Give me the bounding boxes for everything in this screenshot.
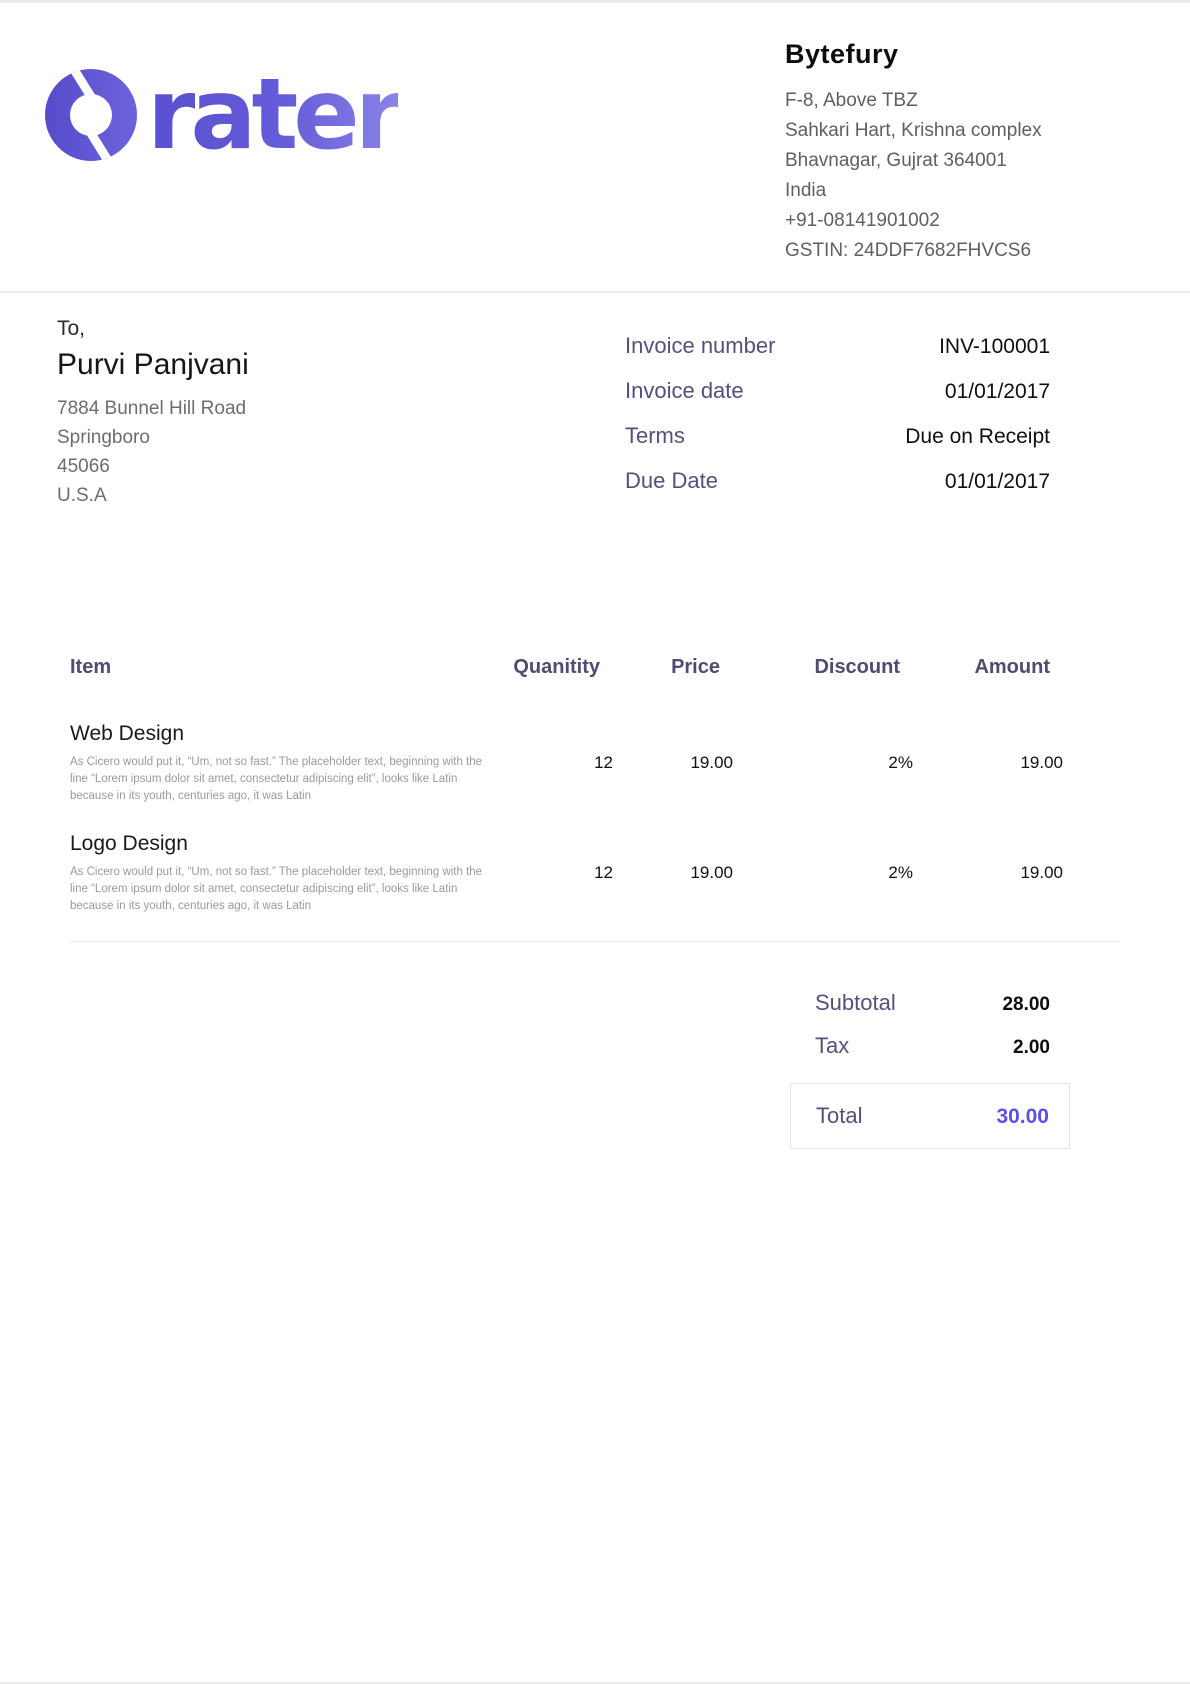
company-name: Bytefury — [785, 39, 1090, 70]
item-cell: Web Design As Cicero would put it, “Um, … — [70, 721, 498, 805]
customer-address-line: Springboro — [57, 423, 249, 452]
column-header-item: Item — [70, 656, 485, 679]
total-value: 30.00 — [996, 1105, 1049, 1129]
item-amount: 19.00 — [913, 753, 1063, 773]
crater-logo-c-icon — [45, 69, 137, 161]
item-discount: 2% — [733, 753, 913, 773]
company-address-line: F-8, Above TBZ — [785, 86, 1090, 116]
customer-address-line: U.S.A — [57, 481, 249, 510]
subtotal-label: Subtotal — [815, 990, 896, 1016]
invoice-meta-label: Terms — [625, 423, 685, 449]
grand-total-box: Total 30.00 — [790, 1083, 1070, 1149]
invoice-meta-label: Invoice number — [625, 333, 775, 359]
bill-to-intro: To, — [57, 317, 249, 341]
items-table: Item Quanitity Price Discount Amount Web… — [70, 656, 1120, 942]
invoice-meta-label: Invoice date — [625, 378, 744, 404]
item-discount: 2% — [733, 863, 913, 883]
total-label: Total — [816, 1103, 862, 1129]
invoice-meta: Invoice number INV-100001 Invoice date 0… — [625, 333, 1050, 513]
customer-address-line: 45066 — [57, 452, 249, 481]
company-address: F-8, Above TBZ Sahkari Hart, Krishna com… — [785, 86, 1090, 266]
invoice-meta-row: Invoice number INV-100001 — [625, 333, 1050, 359]
invoice-meta-value: 01/01/2017 — [945, 380, 1050, 404]
item-name: Logo Design — [70, 831, 498, 857]
tax-value: 2.00 — [1013, 1037, 1050, 1059]
invoice-page: rater Bytefury F-8, Above TBZ Sahkari Ha… — [0, 3, 1190, 1682]
item-name: Web Design — [70, 721, 498, 747]
item-price: 19.00 — [613, 863, 733, 883]
table-divider — [70, 941, 1120, 942]
crater-logo-text: rater — [147, 69, 398, 161]
invoice-meta-value: Due on Receipt — [905, 425, 1050, 449]
item-row: Logo Design As Cicero would put it, “Um,… — [70, 831, 1050, 915]
invoice-meta-row: Due Date 01/01/2017 — [625, 468, 1050, 494]
invoice-meta-value: INV-100001 — [939, 335, 1050, 359]
company-address-line: Bhavnagar, Gujrat 364001 — [785, 146, 1090, 176]
subtotal-row: Subtotal 28.00 — [790, 990, 1070, 1016]
logo-slit-decoration — [68, 69, 97, 102]
tax-label: Tax — [815, 1033, 849, 1059]
item-quantity: 12 — [498, 753, 613, 773]
items-table-header: Item Quanitity Price Discount Amount — [70, 656, 1050, 679]
customer-address-line: 7884 Bunnel Hill Road — [57, 394, 249, 423]
tax-row: Tax 2.00 — [790, 1033, 1070, 1059]
crater-logo: rater — [45, 69, 398, 161]
column-header-amount: Amount — [900, 656, 1050, 679]
invoice-meta-row: Invoice date 01/01/2017 — [625, 378, 1050, 404]
company-address-line: Sahkari Hart, Krishna complex — [785, 116, 1090, 146]
bill-to-block: To, Purvi Panjvani 7884 Bunnel Hill Road… — [57, 317, 249, 513]
item-cell: Logo Design As Cicero would put it, “Um,… — [70, 831, 498, 915]
items-table-body: Web Design As Cicero would put it, “Um, … — [70, 721, 1120, 915]
customer-name: Purvi Panjvani — [57, 348, 249, 382]
item-amount: 19.00 — [913, 863, 1063, 883]
header: rater Bytefury F-8, Above TBZ Sahkari Ha… — [0, 3, 1190, 293]
totals-block: Subtotal 28.00 Tax 2.00 Total 30.00 — [790, 990, 1070, 1149]
item-price: 19.00 — [613, 753, 733, 773]
item-row: Web Design As Cicero would put it, “Um, … — [70, 721, 1050, 805]
item-description: As Cicero would put it, “Um, not so fast… — [70, 864, 498, 915]
company-address-line: +91-08141901002 — [785, 206, 1090, 236]
invoice-meta-row: Terms Due on Receipt — [625, 423, 1050, 449]
subtotal-value: 28.00 — [1002, 994, 1050, 1016]
invoice-meta-value: 01/01/2017 — [945, 470, 1050, 494]
item-quantity: 12 — [498, 863, 613, 883]
column-header-discount: Discount — [720, 656, 900, 679]
column-header-quantity: Quanitity — [485, 656, 600, 679]
column-header-price: Price — [600, 656, 720, 679]
item-description: As Cicero would put it, “Um, not so fast… — [70, 754, 498, 805]
company-address-line: India — [785, 176, 1090, 206]
company-address-line: GSTIN: 24DDF7682FHVCS6 — [785, 236, 1090, 266]
customer-address: 7884 Bunnel Hill Road Springboro 45066 U… — [57, 394, 249, 510]
logo-slit-decoration — [85, 128, 114, 161]
company-block: Bytefury F-8, Above TBZ Sahkari Hart, Kr… — [785, 39, 1090, 266]
meta-section: To, Purvi Panjvani 7884 Bunnel Hill Road… — [0, 293, 1190, 513]
invoice-meta-label: Due Date — [625, 468, 718, 494]
